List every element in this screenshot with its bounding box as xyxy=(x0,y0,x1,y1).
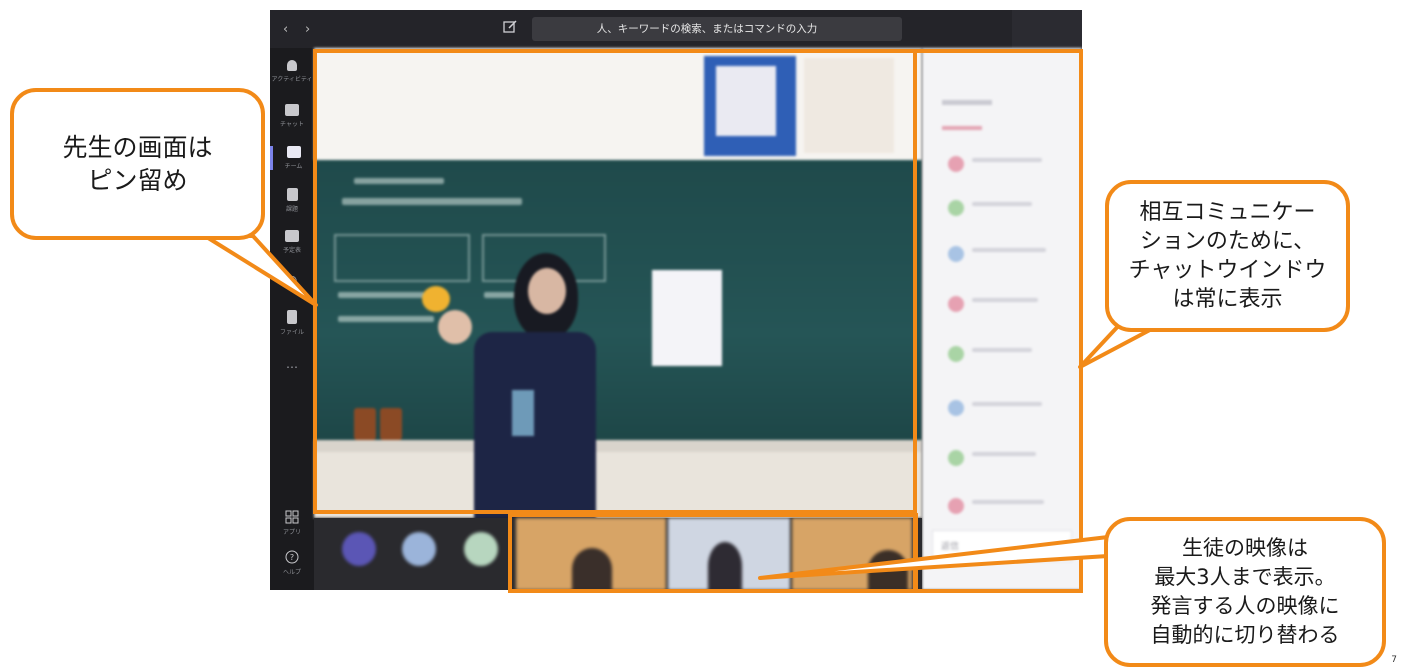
callout-line: 発言する人の映像に xyxy=(1150,594,1340,618)
callout-line: チャットウインドウ xyxy=(1128,258,1327,283)
callout-line: 生徒の映像は xyxy=(1182,536,1308,560)
pinned-callout-tail xyxy=(203,234,318,307)
page-number: 7 xyxy=(1391,655,1397,665)
callout-line: ピン留め xyxy=(87,166,188,195)
pinned-callout: 先生の画面は ピン留め xyxy=(10,88,265,240)
students-callout: 生徒の映像は 最大3人まで表示。 発言する人の映像に 自動的に切り替わる xyxy=(1104,517,1386,667)
callout-line: 自動的に切り替わる xyxy=(1150,623,1340,647)
students-callout-tail xyxy=(758,535,1110,580)
callout-line: 先生の画面は xyxy=(62,133,213,162)
chat-callout: 相互コミュニケー ションのために、 チャットウインドウ は常に表示 xyxy=(1105,180,1350,332)
callout-line: は常に表示 xyxy=(1172,287,1283,312)
callout-line: ションのために、 xyxy=(1139,229,1316,254)
callout-line: 相互コミュニケー xyxy=(1139,200,1316,225)
callout-line: 最大3人まで表示。 xyxy=(1154,565,1336,589)
